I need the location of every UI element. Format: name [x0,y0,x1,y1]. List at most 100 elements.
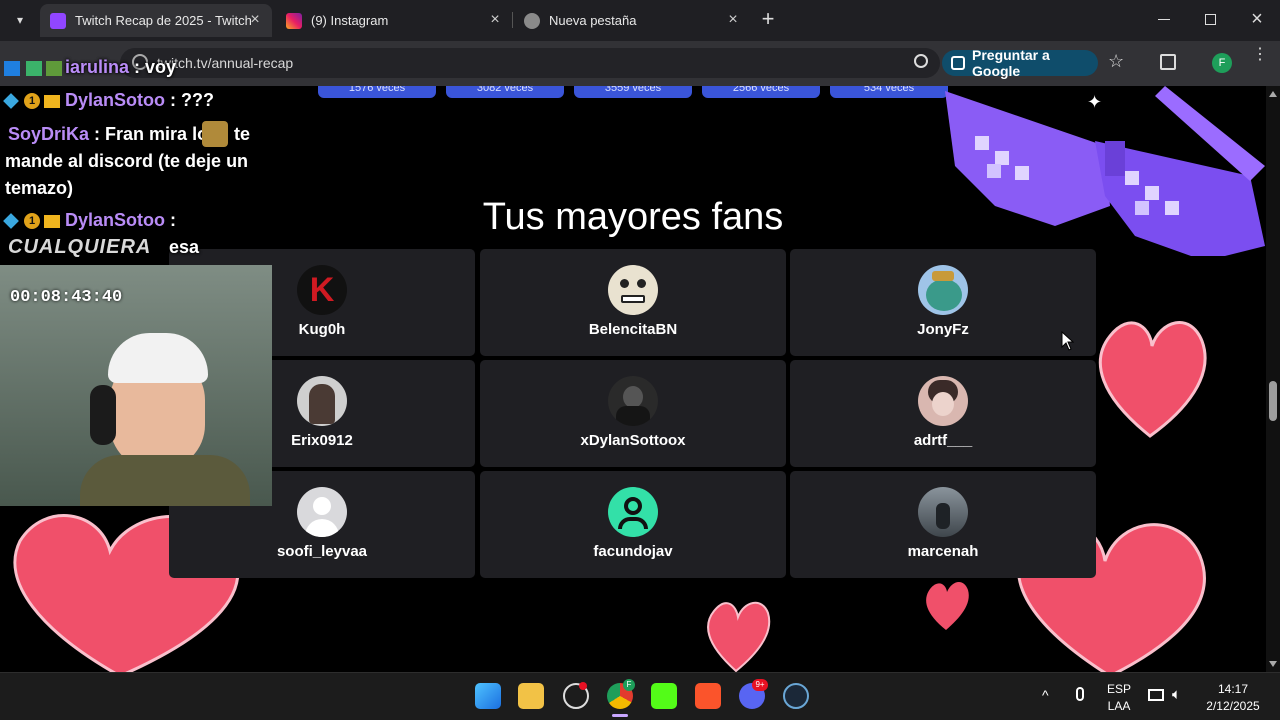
fan-name: facundojav [593,543,673,560]
scroll-thumb[interactable] [1269,381,1277,421]
close-window-icon[interactable]: × [1249,7,1265,31]
heart-decoration [707,602,771,672]
chat-message: SoyDriKa : Fran mira lo [8,124,208,145]
chat-badges [4,59,62,77]
chat-text: : Fran mira lo [94,124,209,144]
chat-badges: 1 [3,212,60,230]
fan-name: soofi_leyvaa [276,543,368,560]
search-icon[interactable] [914,54,928,68]
crown-icon [44,95,60,108]
fan-name: xDylanSottoox [580,432,686,449]
fan-name: BelencitaBN [588,321,678,338]
fan-name: adrtf___ [913,432,973,449]
fan-avatar [918,265,968,315]
windows-start-icon[interactable] [475,683,501,709]
close-icon[interactable]: × [488,12,502,28]
kick-icon[interactable] [651,683,677,709]
new-tab-icon[interactable]: + [758,8,778,32]
instagram-icon [286,12,302,29]
chat-username: SoyDriKa [8,124,90,144]
chat-text: temazo) [5,178,74,198]
fan-avatar [297,376,347,426]
chat-text: : ??? [170,90,215,110]
discord-badge: 9+ [752,679,768,691]
close-icon[interactable]: × [248,12,262,28]
steam-icon[interactable] [783,683,809,709]
keyboard-layout[interactable]: LAA [1104,699,1134,713]
chat-text: te [234,124,251,144]
lens-icon [951,56,965,70]
fan-avatar [918,487,968,537]
fan-card[interactable]: marcenah [790,471,1096,578]
stat-pill: 3082 veces [446,86,564,98]
file-explorer-icon[interactable] [518,683,544,709]
microphone-image [90,385,116,445]
chevron-up-icon[interactable]: ^ [1042,687,1049,703]
tab-strip: ▾ Twitch Recap de 2025 - Twitch × (9) In… [0,0,1280,41]
chat-message: DylanSotoo : [65,210,176,231]
chat-text: : [170,210,177,230]
clock-date[interactable]: 2/12/2025 [1198,699,1268,713]
default-user-icon [608,487,658,537]
star-icon[interactable]: ☆ [1108,51,1124,72]
heart-decoration [926,581,969,630]
tab-instagram[interactable]: (9) Instagram × [276,4,512,37]
fan-name: marcenah [907,543,979,560]
minimize-icon[interactable] [1158,19,1170,20]
ask-google-label: Preguntar a Google [972,47,1050,79]
chat-message: iarulina : voy [65,57,176,78]
stat-pill: 534 veces [830,86,948,98]
language-indicator[interactable]: ESP [1104,682,1134,696]
chat-text: esa [169,237,200,257]
microphone-icon[interactable] [1076,687,1084,701]
profile-avatar[interactable]: F [1212,53,1232,73]
tab-twitch-recap[interactable]: Twitch Recap de 2025 - Twitch × [40,4,272,37]
extensions-icon[interactable] [1160,54,1176,70]
chat-username: iarulina [65,57,130,77]
fan-card[interactable]: BelencitaBN [480,249,786,356]
chat-text: : voy [134,57,177,77]
recording-badge [579,682,587,690]
url-text: twitch.tv/annual-recap [157,55,294,71]
tab-title: (9) Instagram [311,13,389,28]
chat-username: DylanSotoo [65,90,166,110]
page-scrollbar[interactable] [1266,86,1280,672]
active-app-indicator [612,714,628,717]
chrome-profile-badge: F [623,679,635,691]
volume-icon[interactable]: 🔈︎ [1172,686,1181,703]
fan-avatar: K [297,265,347,315]
heart-decoration [1098,321,1207,438]
tab-title: Twitch Recap de 2025 - Twitch [75,13,252,28]
chat-emote [202,121,228,147]
network-icon[interactable] [1148,689,1164,701]
badge-number: 1 [24,213,40,229]
stream-timer: 00:08:43:40 [10,288,123,307]
crown-icon [44,215,60,228]
close-icon[interactable]: × [726,12,740,28]
tab-search-button[interactable]: ▾ [10,10,30,30]
badge-number: 1 [24,93,40,109]
chat-username: DylanSotoo [65,210,166,230]
fan-card[interactable]: JonyFz [790,249,1096,356]
fan-card[interactable]: xDylanSottoox [480,360,786,467]
stat-pill: 1576 veces [318,86,436,98]
clock-time[interactable]: 14:17 [1198,682,1268,696]
brave-icon[interactable] [695,683,721,709]
svg-text:✦: ✦ [1087,92,1102,113]
windows-taskbar: F 9+ ^ ESP LAA 🔈︎ 14:17 2/12/2025 [0,672,1280,720]
fan-card[interactable]: facundojav [480,471,786,578]
ask-google-button[interactable]: Preguntar a Google [942,47,1098,79]
webcam-feed: 00:08:43:40 [0,265,272,506]
restore-icon[interactable] [1205,14,1216,25]
emote-cualquiera: CUALQUIERA [8,236,152,258]
fan-name: JonyFz [917,321,969,338]
fan-avatar [608,265,658,315]
fan-card[interactable]: adrtf___ [790,360,1096,467]
scroll-down-icon[interactable] [1269,661,1277,667]
scroll-up-icon[interactable] [1269,91,1277,97]
tab-title: Nueva pestaña [549,13,637,28]
tab-new-tab[interactable]: Nueva pestaña × [514,4,750,37]
fan-avatar [297,487,347,537]
menu-icon[interactable]: ⋮ [1252,47,1268,63]
chat-text: mande al discord (te deje un [5,151,249,171]
